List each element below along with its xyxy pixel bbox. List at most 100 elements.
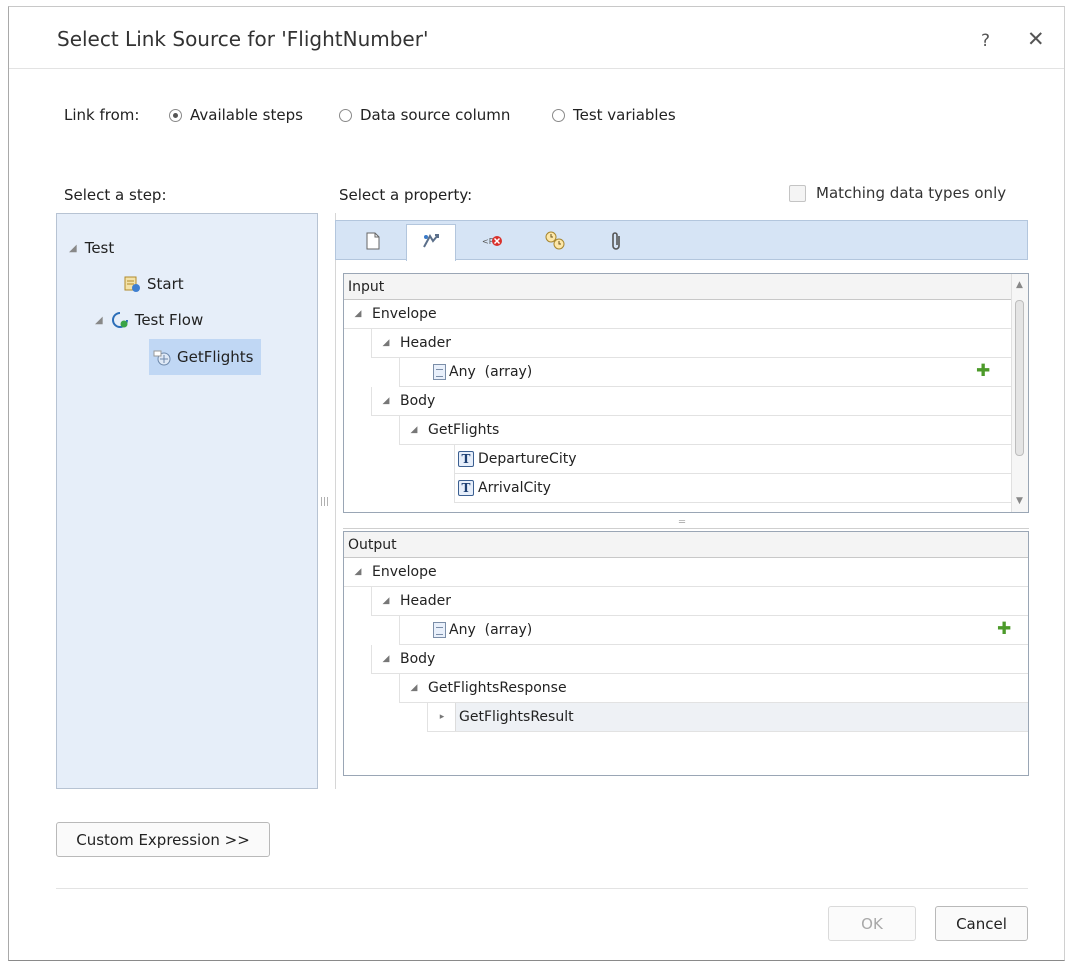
scroll-thumb[interactable]	[1015, 300, 1024, 456]
grid-row-envelope[interactable]: ◢ Envelope	[344, 558, 1028, 587]
row-label: Any (array)	[449, 364, 533, 380]
vertical-splitter[interactable]: |||	[318, 213, 336, 789]
matching-data-types-checkbox[interactable]: Matching data types only	[789, 184, 1006, 202]
scroll-down-icon[interactable]: ▼	[1016, 496, 1023, 506]
grid-row-getflightsresponse[interactable]: ◢ GetFlightsResponse	[399, 674, 1028, 703]
element-icon	[433, 622, 446, 638]
collapse-arrow-icon[interactable]: ◢	[353, 309, 363, 319]
test-flow-icon	[111, 311, 129, 329]
checkbox-label: Matching data types only	[816, 184, 1007, 202]
select-step-label: Select a step:	[64, 186, 167, 204]
svg-text:<P: <P	[482, 237, 494, 246]
properties-page-icon	[365, 232, 381, 254]
splitter-grip-icon[interactable]: |||	[320, 497, 329, 507]
input-grid-scrollbar[interactable]: ▲ ▼	[1011, 274, 1028, 512]
element-icon	[433, 364, 446, 380]
grid-row-any-array[interactable]: Any (array) ✚	[399, 358, 1012, 387]
add-icon[interactable]: ✚	[976, 361, 990, 381]
expand-arrow-icon[interactable]: ▸	[437, 712, 447, 722]
checkbox-box[interactable]	[789, 184, 806, 202]
splitter-grip-icon[interactable]: ═	[679, 517, 685, 528]
row-label: Body	[400, 393, 436, 409]
web-service-step-icon	[153, 348, 171, 366]
collapse-arrow-icon[interactable]: ◢	[381, 396, 391, 406]
radio-label: Available steps	[190, 106, 303, 124]
output-grid: Output ◢ Envelope ◢ Header Any (array) ✚…	[343, 531, 1029, 776]
tab-events[interactable]	[530, 226, 580, 260]
collapse-arrow-icon[interactable]: ◢	[69, 243, 77, 254]
radio-indicator[interactable]	[339, 108, 352, 122]
output-grid-header: Output	[344, 532, 1028, 558]
tree-item-getflights[interactable]: GetFlights	[149, 339, 262, 375]
row-label: Body	[400, 651, 436, 667]
radio-indicator[interactable]	[552, 108, 565, 122]
tree-item-test[interactable]: ◢ Test	[69, 239, 114, 257]
text-field-icon: T	[458, 451, 474, 467]
collapse-arrow-icon[interactable]: ◢	[409, 683, 419, 693]
grid-row-body[interactable]: ◢ Body	[371, 645, 1028, 674]
grid-row-header[interactable]: ◢ Header	[371, 587, 1028, 616]
grid-row-getflightsresult[interactable]: ▸ GetFlightsResult	[427, 703, 1028, 732]
row-label: Any (array)	[449, 622, 533, 638]
collapse-arrow-icon[interactable]: ◢	[381, 654, 391, 664]
events-icon	[544, 231, 566, 255]
tab-attachments[interactable]	[592, 226, 642, 260]
select-property-label: Select a property:	[339, 186, 473, 204]
ok-button[interactable]: OK	[828, 906, 916, 941]
collapse-arrow-icon[interactable]: ◢	[95, 315, 103, 326]
row-label: ArrivalCity	[478, 480, 551, 496]
tree-item-label: GetFlights	[177, 348, 254, 366]
row-label: GetFlights	[428, 422, 500, 438]
tab-properties[interactable]	[348, 226, 398, 260]
step-tree: ◢ Test Start ◢ Test Flow GetFlights	[56, 213, 318, 789]
grid-row-arrivalcity[interactable]: T ArrivalCity	[454, 474, 1012, 503]
grid-row-any-array[interactable]: Any (array) ✚	[399, 616, 1028, 645]
grid-row-header[interactable]: ◢ Header	[371, 329, 1012, 358]
input-grid-header: Input	[344, 274, 1028, 300]
collapse-arrow-icon[interactable]: ◢	[381, 338, 391, 348]
radio-label: Data source column	[360, 106, 511, 124]
radio-label: Test variables	[573, 106, 676, 124]
property-tabs: <P	[335, 220, 1028, 261]
radio-data-source-column[interactable]: Data source column	[339, 106, 510, 124]
tree-item-start[interactable]: Start	[123, 275, 184, 293]
add-icon[interactable]: ✚	[997, 619, 1011, 639]
tree-item-label: Test Flow	[134, 311, 204, 329]
splitter-line	[343, 528, 1029, 529]
close-button[interactable]: ✕	[1027, 27, 1045, 51]
cancel-button[interactable]: Cancel	[935, 906, 1028, 941]
dialog-titlebar: Select Link Source for 'FlightNumber' ? …	[9, 7, 1064, 69]
tree-item-test-flow[interactable]: ◢ Test Flow	[95, 311, 203, 329]
collapse-arrow-icon[interactable]: ◢	[409, 425, 419, 435]
start-step-icon	[123, 275, 141, 293]
grid-row-envelope[interactable]: ◢ Envelope	[344, 300, 1012, 329]
row-label: Header	[400, 335, 451, 351]
grid-row-departurecity[interactable]: T DepartureCity	[454, 445, 1012, 474]
dialog-title: Select Link Source for 'FlightNumber'	[57, 27, 429, 51]
row-label: GetFlightsResult	[455, 703, 1028, 731]
scroll-up-icon[interactable]: ▲	[1016, 280, 1023, 290]
tab-checkpoints[interactable]: <P	[468, 226, 518, 260]
link-source-dialog: Select Link Source for 'FlightNumber' ? …	[8, 6, 1065, 961]
row-label: Envelope	[372, 306, 437, 322]
row-label: GetFlightsResponse	[428, 680, 567, 696]
row-label: DepartureCity	[478, 451, 577, 467]
link-from-label: Link from:	[64, 106, 140, 124]
input-grid: Input ◢ Envelope ◢ Header Any (array) ✚ …	[343, 273, 1029, 513]
grid-row-body[interactable]: ◢ Body	[371, 387, 1012, 416]
radio-available-steps[interactable]: Available steps	[169, 106, 303, 124]
grid-row-getflights[interactable]: ◢ GetFlights	[399, 416, 1012, 445]
collapse-arrow-icon[interactable]: ◢	[381, 596, 391, 606]
text-field-icon: T	[458, 480, 474, 496]
radio-selected-indicator[interactable]	[169, 108, 182, 122]
attachment-icon	[611, 231, 623, 255]
custom-expression-button[interactable]: Custom Expression >>	[56, 822, 270, 857]
tree-item-label: Start	[147, 275, 184, 293]
help-button[interactable]: ?	[981, 31, 990, 51]
tab-input-output[interactable]	[406, 224, 456, 261]
tree-item-label: Test	[84, 239, 115, 257]
collapse-arrow-icon[interactable]: ◢	[353, 567, 363, 577]
radio-test-variables[interactable]: Test variables	[552, 106, 676, 124]
horizontal-splitter[interactable]: ═	[343, 517, 1029, 529]
row-label: Header	[400, 593, 451, 609]
